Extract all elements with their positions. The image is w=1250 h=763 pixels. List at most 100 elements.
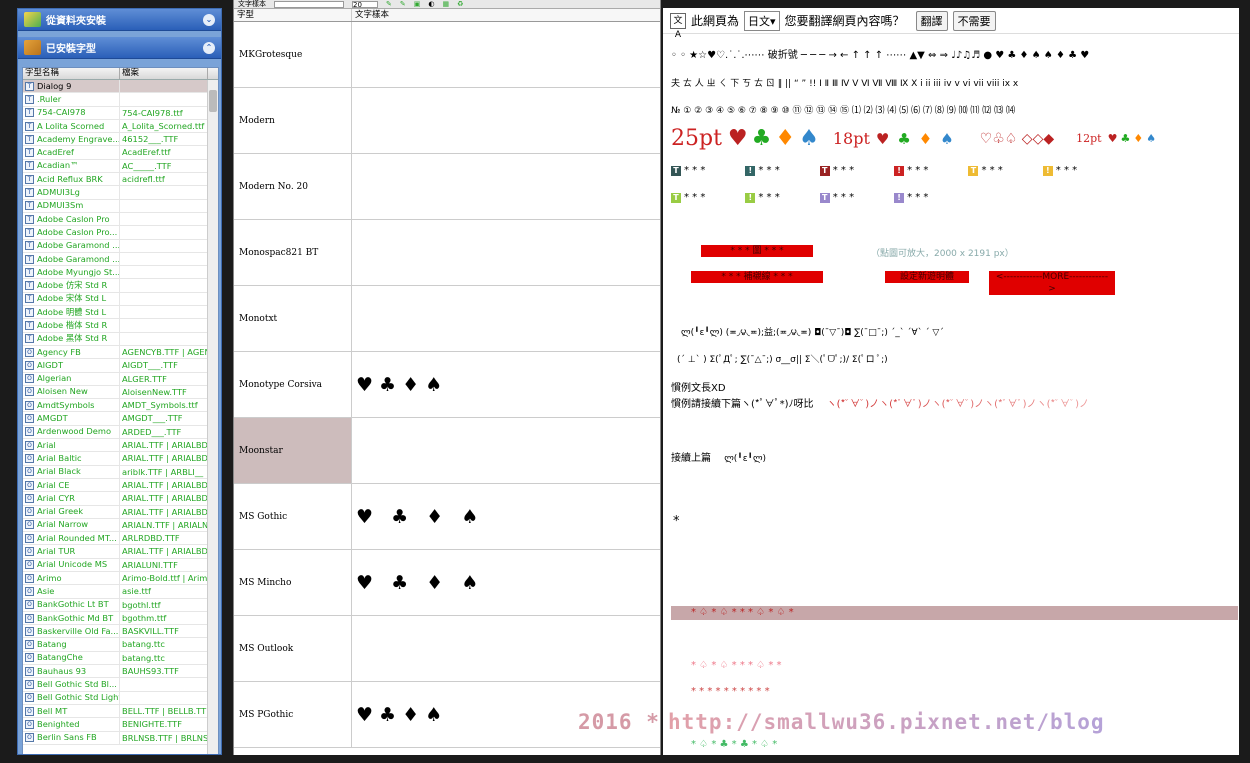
font-list-row[interactable]: O Arial ARIAL.TTF | ARIALBD — [23, 439, 218, 453]
font-list-scrollbar[interactable] — [207, 80, 218, 754]
font-list-row[interactable]: O Arial Black ariblk.TTF | ARBLI__ — [23, 465, 218, 479]
font-list-row[interactable]: T Adobe 楷体 Std R — [23, 319, 218, 333]
installed-fonts-header[interactable]: 已安裝字型 ⌃ — [18, 37, 221, 59]
mincho-link-bar[interactable]: 設定新遊明體 — [885, 271, 969, 283]
refresh-icon[interactable]: ♻ — [457, 0, 463, 8]
sample-row[interactable]: Modern No. 20 — [234, 154, 660, 220]
more-link-bar[interactable]: <------------MORE------------> — [989, 271, 1115, 295]
font-list-row[interactable]: O Asie asie.ttf — [23, 585, 218, 599]
font-list-row[interactable]: O Bell Gothic Std Bl... — [23, 678, 218, 692]
sample-text — [352, 220, 660, 285]
font-list-row[interactable]: O Arial Baltic ARIAL.TTF | ARIALBD — [23, 452, 218, 466]
font-list-row[interactable]: O Ardenwood Demo ARDED___.TTF — [23, 425, 218, 440]
font-list-row[interactable]: O Arial Greek ARIAL.TTF | ARIALBD — [23, 505, 218, 519]
font-list-row[interactable]: OArimoArimo-Bold.ttf | Arimo-R — [23, 571, 218, 586]
font-list-row[interactable]: O AIGDT AIGDT___.TTF — [23, 359, 218, 373]
translate-icon: 文A — [670, 12, 686, 40]
font-name: Bell Gothic Std Bl... — [37, 679, 117, 690]
column-header-font[interactable]: 字型 — [234, 9, 352, 21]
font-list-row[interactable]: O Arial Unicode MS ARIALUNI.TTF — [23, 558, 218, 572]
font-list-row[interactable]: T Adobe Myungjo St... — [23, 266, 218, 280]
font-list-row[interactable]: O BankGothic Lt BT bgothl.ttf — [23, 598, 218, 612]
sample-tool-icon[interactable]: ✎ — [386, 0, 392, 8]
font-name: Adobe Caslon Pro — [37, 213, 110, 224]
font-list-row[interactable]: T ADMUI3Sm — [23, 199, 218, 213]
font-list-row[interactable]: T Adobe 仿宋 Std R — [23, 279, 218, 293]
font-list-row[interactable]: T Adobe Caslon Pro... — [23, 226, 218, 240]
chevron-down-icon[interactable]: ⌄ — [203, 14, 215, 26]
font-list-row[interactable]: T ADMUI3Lg — [23, 186, 218, 200]
font-list-row[interactable]: O Baskerville Old Fa... BASKVILL.TTF — [23, 625, 218, 639]
font-list-row[interactable]: O Bauhaus 93 BAUHS93.TTF — [23, 665, 218, 679]
scrollbar-thumb[interactable] — [209, 90, 217, 112]
sample-tool-icon[interactable]: ✎ — [400, 0, 406, 8]
grid-view-icon[interactable]: ▦ — [442, 0, 449, 8]
font-list-row[interactable]: O Arial CE ARIAL.TTF | ARIALBD — [23, 478, 218, 493]
font-name-cell: O Arial Greek — [23, 505, 120, 518]
font-list-row[interactable]: O Bell Gothic Std Light — [23, 691, 218, 705]
font-list-row[interactable]: O Arial TUR ARIAL.TTF | ARIALBD — [23, 545, 218, 559]
font-list-row[interactable]: O Arial Narrow ARIALN.TTF | ARIALN — [23, 518, 218, 533]
font-name: .Ruler — [37, 93, 62, 104]
font-list-row[interactable]: T Adobe 黑体 Std R — [23, 332, 218, 346]
font-list-row[interactable]: T AcadEref AcadEref.ttf — [23, 146, 218, 160]
sample-tool-icon[interactable]: ▣ — [414, 0, 421, 8]
image-link-bar[interactable]: * * * 圖 * * * — [701, 245, 813, 257]
toggle-switch[interactable]: ◐ — [428, 0, 434, 8]
language-select[interactable]: 日文▾ — [744, 10, 780, 31]
column-header-file[interactable]: 檔案 — [120, 68, 208, 79]
font-list-row[interactable]: T Adobe Garamond ... — [23, 239, 218, 253]
sample-row[interactable]: MS Mincho ♥ ♣ ♦ ♠ — [234, 550, 660, 616]
font-list-row[interactable]: O Berlin Sans FB BRLNSB.TTF | BRLNS — [23, 731, 218, 745]
sample-row[interactable]: MKGrotesque — [234, 22, 660, 88]
font-list-row[interactable]: O BatangChe batang.ttc — [23, 651, 218, 666]
sample-row[interactable]: Moonstar — [234, 418, 660, 484]
font-list-row[interactable]: O Batang batang.ttc — [23, 638, 218, 652]
font-list-row[interactable]: T Adobe Caslon Pro — [23, 212, 218, 227]
truetype-font-icon: T — [25, 81, 34, 91]
font-list-row[interactable]: T Acid Reflux BRK acidrefl.ttf — [23, 173, 218, 187]
font-file-cell: batang.ttc — [122, 652, 165, 663]
chevron-up-icon[interactable]: ⌃ — [203, 42, 215, 54]
sample-row[interactable]: Monotype Corsiva ♥♣♦♠ — [234, 352, 660, 418]
opentype-font-icon: O — [25, 640, 34, 650]
column-header-sample[interactable]: 文字樣本 — [352, 9, 389, 21]
font-list-row[interactable]: T Adobe Garamond ... — [23, 252, 218, 267]
sample-row[interactable]: Monotxt — [234, 286, 660, 352]
font-name-cell: T Acadian™ — [23, 159, 120, 173]
sample-text-input[interactable] — [274, 0, 344, 8]
sample-row[interactable]: Modern — [234, 88, 660, 154]
font-list-row[interactable]: O BankGothic Md BT bgothm.ttf — [23, 611, 218, 626]
font-file-cell: bgothl.ttf — [122, 599, 161, 610]
font-list-row[interactable]: T Academy Engrave... 46152___.TTF — [23, 133, 218, 147]
font-list-row[interactable]: O Arial Rounded MT... ARLRDBD.TTF — [23, 532, 218, 546]
font-list-row[interactable]: T Adobe 宋体 Std L — [23, 292, 218, 307]
badge-icon: ! — [894, 193, 905, 203]
font-list-row[interactable]: O Arial CYR ARIAL.TTF | ARIALBD — [23, 492, 218, 506]
install-from-folder-header[interactable]: 從資料夾安裝 ⌄ — [18, 9, 221, 31]
font-list-row[interactable]: O Algerian ALGER.TTF — [23, 372, 218, 386]
font-list-row[interactable]: TA Lolita Scorned A_Lolita_Scorned.ttf — [23, 119, 218, 134]
font-list-row[interactable]: O Aloisen New AloisenNew.TTF — [23, 385, 218, 400]
font-list-row[interactable]: T .Ruler — [23, 93, 218, 107]
sample-row[interactable]: Monospac821 BT — [234, 220, 660, 286]
font-list-row[interactable]: O AmdtSymbols AMDT_Symbols.ttf — [23, 399, 218, 413]
translate-button[interactable]: 翻譯 — [915, 10, 948, 31]
font-list-row[interactable]: T Acadian™ AC_____.TTF — [23, 159, 218, 174]
sample-row[interactable]: MS Outlook — [234, 616, 660, 682]
font-list-row[interactable]: O Agency FB AGENCYB.TTF | AGEN — [23, 345, 218, 360]
font-list-row[interactable]: O Bell MT BELL.TTF | BELLB.TT — [23, 704, 218, 719]
sample-row[interactable]: MS Gothic ♥ ♣ ♦ ♠ — [234, 484, 660, 550]
no-thanks-button[interactable]: 不需要 — [952, 10, 996, 31]
font-size-select[interactable]: 20 — [352, 0, 378, 8]
column-header-font-name[interactable]: 字型名稱 — [23, 68, 120, 79]
font-list-row[interactable]: O Benighted BENIGHTE.TTF — [23, 718, 218, 732]
stars-text: * * * — [1055, 165, 1078, 176]
font-name: Bell Gothic Std Light — [37, 692, 120, 703]
font-list-row[interactable]: T Adobe 明體 Std L — [23, 306, 218, 320]
serif-link-bar[interactable]: * * * 補襯線 * * * — [691, 271, 823, 283]
font-list-row[interactable]: T Dialog 9 — [23, 80, 218, 94]
font-list-row[interactable]: T 754-CAI978 754-CAI978.ttf — [23, 106, 218, 120]
font-list-row[interactable]: O AMGDT AMGDT___.TTF — [23, 412, 218, 426]
font-name: Arial — [37, 439, 56, 450]
